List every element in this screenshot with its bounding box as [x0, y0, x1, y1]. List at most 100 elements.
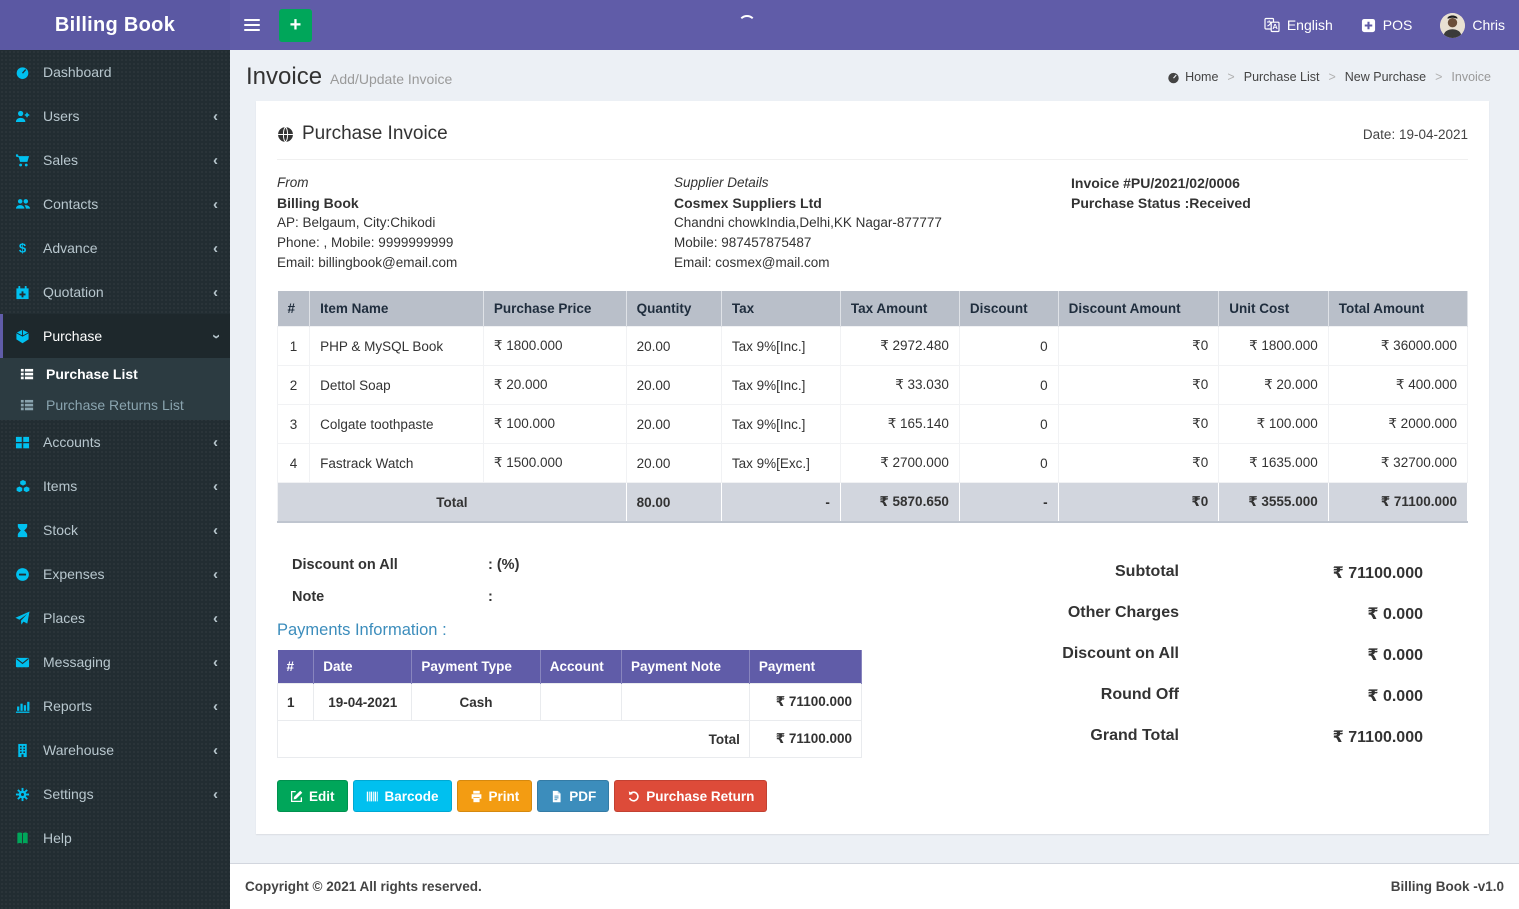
svg-text:A: A — [1272, 22, 1278, 31]
sidebar-item-help[interactable]: Help — [0, 816, 230, 860]
sidebar-item-purchase-list[interactable]: Purchase List — [0, 358, 230, 389]
hamburger-icon — [244, 19, 260, 21]
breadcrumb-new-purchase[interactable]: New Purchase — [1345, 70, 1426, 84]
chevron-left-icon — [213, 285, 218, 300]
chevron-left-icon — [213, 197, 218, 212]
page-subtitle: Add/Update Invoice — [330, 71, 453, 87]
totals-summary: Subtotal ₹ 71100.000 Other Charges ₹ 0.0… — [862, 549, 1468, 812]
chevron-left-icon — [213, 153, 218, 168]
from-name: Billing Book — [277, 195, 359, 211]
quick-add-button[interactable]: + — [279, 8, 312, 42]
sidebar-item-dashboard[interactable]: Dashboard — [0, 50, 230, 94]
sidebar-toggle-button[interactable] — [230, 0, 274, 50]
breadcrumb-separator: > — [1227, 70, 1235, 84]
pos-button[interactable]: POS — [1347, 0, 1427, 50]
paper-plane-icon — [15, 610, 43, 626]
from-section: From Billing Book AP: Belgaum, City:Chik… — [277, 173, 674, 273]
undo-icon — [629, 790, 640, 802]
sidebar-item-expenses[interactable]: Expenses — [0, 552, 230, 596]
breadcrumb-purchase-list[interactable]: Purchase List — [1244, 70, 1320, 84]
sidebar-item-quotation[interactable]: Quotation — [0, 270, 230, 314]
cart-icon — [15, 153, 43, 168]
payments-column: Discount on All : (%) Note : Payments In… — [276, 549, 863, 812]
purchase-submenu: Purchase List Purchase Returns List — [0, 358, 230, 420]
pdf-icon — [553, 790, 561, 802]
breadcrumb-separator: > — [1328, 70, 1336, 84]
dashboard-icon — [1168, 72, 1179, 83]
navbar-right: A English POS Chris — [1250, 0, 1519, 50]
globe-icon — [278, 126, 293, 142]
sidebar-item-accounts[interactable]: Accounts — [0, 420, 230, 464]
invoice-card: Purchase Invoice Date: 19-04-2021 From B… — [256, 101, 1489, 834]
app-title: Billing Book — [54, 13, 176, 36]
summary-discount-on-all: Discount on All ₹ 0.000 — [1062, 645, 1423, 664]
sidebar: Dashboard Users Sales Contacts $ Advance… — [0, 50, 230, 909]
footer: Copyright © 2021 All rights reserved. Bi… — [230, 863, 1519, 909]
print-button[interactable]: Print — [456, 780, 533, 812]
edit-icon — [290, 790, 303, 802]
invoice-card-title: Purchase Invoice — [277, 123, 448, 145]
purchase-status: Purchase Status :Received — [1071, 195, 1251, 211]
supplier-phone: Mobile: 987457875487 — [674, 235, 812, 250]
app-logo[interactable]: Billing Book — [0, 0, 230, 50]
sidebar-item-warehouse[interactable]: Warehouse — [0, 728, 230, 772]
plus-icon: + — [289, 14, 302, 36]
pos-label: POS — [1382, 17, 1413, 33]
chevron-down-icon — [213, 329, 218, 344]
dollar-icon: $ — [15, 241, 43, 256]
pdf-button[interactable]: PDF — [537, 780, 610, 812]
from-email: Email: billingbook@email.com — [277, 255, 458, 270]
chevron-left-icon — [213, 523, 218, 538]
book-icon — [15, 831, 43, 846]
language-label: English — [1286, 17, 1333, 33]
language-menu[interactable]: A English — [1250, 0, 1347, 50]
supplier-name: Cosmex Suppliers Ltd — [674, 195, 822, 211]
purchase-return-button[interactable]: Purchase Return — [614, 780, 768, 812]
grid-icon — [15, 435, 43, 450]
chevron-left-icon — [213, 611, 218, 626]
sidebar-item-purchase-returns-list[interactable]: Purchase Returns List — [0, 389, 230, 420]
sidebar-item-sales[interactable]: Sales — [0, 138, 230, 182]
cube-icon — [15, 329, 43, 344]
supplier-section: Supplier Details Cosmex Suppliers Ltd Ch… — [674, 173, 1071, 273]
breadcrumb: Home > Purchase List > New Purchase > In… — [1167, 70, 1491, 84]
sidebar-item-advance[interactable]: $ Advance — [0, 226, 230, 270]
sidebar-item-users[interactable]: Users — [0, 94, 230, 138]
summary-round-off: Round Off ₹ 0.000 — [1100, 686, 1423, 705]
loading-spinner-icon — [738, 15, 756, 33]
table-row: 3 Colgate toothpaste ₹ 100.000 20.00 Tax… — [276, 404, 1469, 444]
sidebar-item-messaging[interactable]: Messaging — [0, 640, 230, 684]
summary-subtotal: Subtotal ₹ 71100.000 — [1115, 563, 1423, 582]
svg-text:$: $ — [19, 241, 27, 256]
sidebar-item-places[interactable]: Places — [0, 596, 230, 640]
language-icon: A — [1264, 17, 1280, 33]
copyright-text: Copyright © 2021 All rights reserved. — [245, 879, 482, 894]
calendar-plus-icon — [15, 285, 43, 300]
items-table: # Item Name Purchase Price Quantity Tax … — [276, 291, 1469, 523]
edit-button[interactable]: Edit — [277, 780, 348, 812]
summary-other-charges: Other Charges ₹ 0.000 — [1067, 604, 1423, 623]
sidebar-item-settings[interactable]: Settings — [0, 772, 230, 816]
invoice-number: Invoice #PU/2021/02/0006 — [1071, 175, 1240, 191]
payments-table: # Date Payment Type Account Payment Note… — [276, 650, 863, 758]
dashboard-icon — [15, 65, 43, 80]
barcode-button[interactable]: Barcode — [352, 780, 452, 812]
from-address: AP: Belgaum, City:Chikodi — [277, 215, 436, 230]
table-row: 2 Dettol Soap ₹ 20.000 20.00 Tax 9%[Inc.… — [276, 365, 1469, 405]
user-menu[interactable]: Chris — [1426, 0, 1519, 50]
version-text: Billing Book -v1.0 — [1390, 879, 1504, 894]
from-phone: Phone: , Mobile: 9999999999 — [277, 235, 454, 250]
navbar: + A English POS Chris — [230, 0, 1519, 50]
sidebar-item-stock[interactable]: Stock — [0, 508, 230, 552]
sidebar-item-purchase[interactable]: Purchase — [0, 314, 230, 358]
breadcrumb-invoice: Invoice — [1451, 70, 1491, 84]
invoice-parties: From Billing Book AP: Belgaum, City:Chik… — [277, 160, 1468, 291]
table-row: 1 PHP & MySQL Book ₹ 1800.000 20.00 Tax … — [276, 326, 1469, 366]
invoice-lower-section: Discount on All : (%) Note : Payments In… — [276, 549, 1468, 812]
sidebar-item-items[interactable]: Items — [0, 464, 230, 508]
sidebar-item-reports[interactable]: Reports — [0, 684, 230, 728]
main-content: Invoice Add/Update Invoice Home > Purchas… — [230, 50, 1519, 909]
breadcrumb-home[interactable]: Home — [1167, 70, 1218, 84]
sidebar-item-contacts[interactable]: Contacts — [0, 182, 230, 226]
envelope-icon — [15, 655, 43, 670]
